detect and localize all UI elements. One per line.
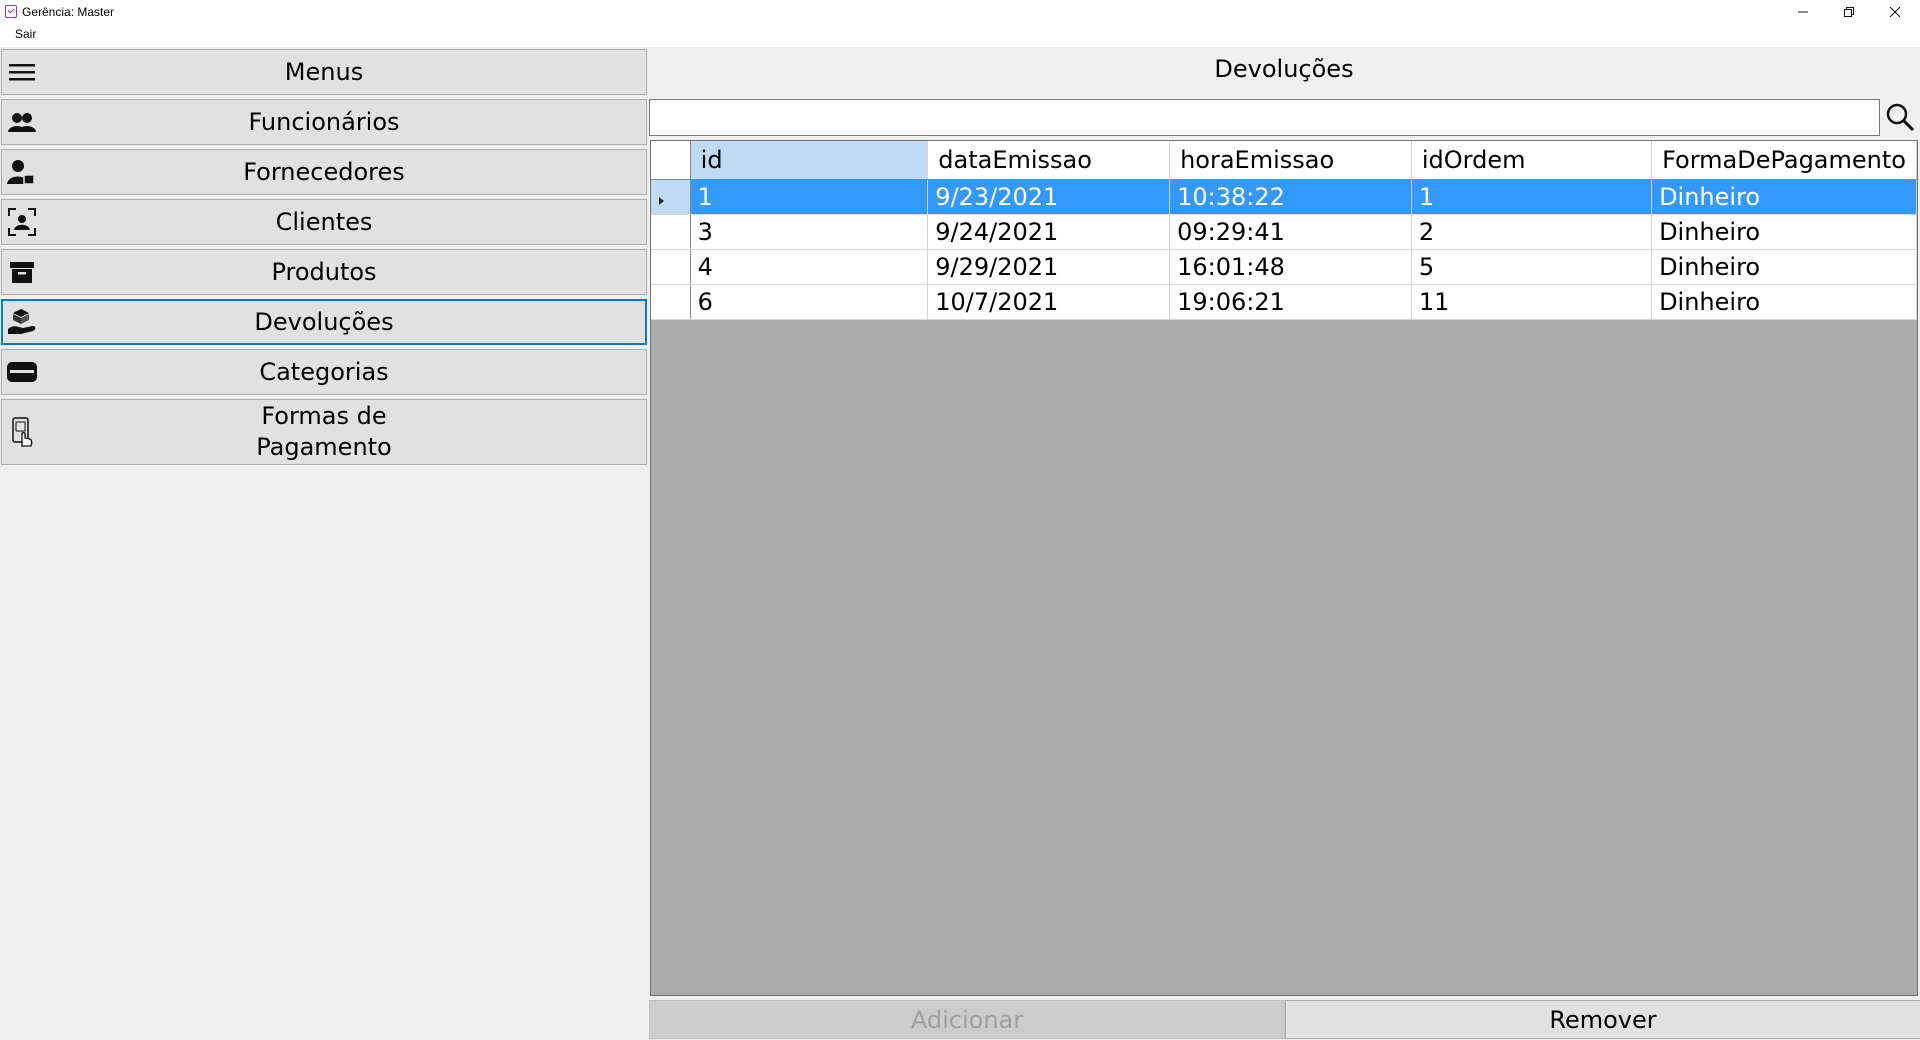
box-icon <box>6 256 38 288</box>
menus-label: Menus <box>284 57 364 86</box>
sidebar-item-label: Fornecedores <box>243 157 405 186</box>
returns-table: id dataEmissao horaEmissao idOrdem Forma… <box>651 141 1917 320</box>
close-button[interactable] <box>1872 0 1918 23</box>
cell-horaEmissao[interactable]: 16:01:48 <box>1169 249 1412 285</box>
row-header[interactable] <box>651 179 691 215</box>
table-row[interactable]: 6 10/7/2021 19:06:21 11 Dinheiro <box>651 284 1917 320</box>
menu-sair[interactable]: Sair <box>15 27 36 41</box>
sidebar-item-clientes[interactable]: Clientes <box>1 199 647 245</box>
title-bar: Gerência: Master <box>0 0 1920 23</box>
sidebar-item-label: Formas de Pagamento <box>256 402 392 461</box>
cell-dataEmissao[interactable]: 10/7/2021 <box>927 284 1171 320</box>
column-header-id[interactable]: id <box>690 141 929 180</box>
supplier-icon <box>6 156 38 188</box>
cell-id[interactable]: 3 <box>690 214 929 250</box>
cell-idOrdem[interactable]: 5 <box>1411 249 1653 285</box>
cell-horaEmissao[interactable]: 09:29:41 <box>1169 214 1412 250</box>
sidebar-item-label: Funcionários <box>248 107 400 136</box>
minimize-icon <box>1798 11 1808 12</box>
minimize-button[interactable] <box>1780 0 1826 23</box>
column-header-horaEmissao[interactable]: horaEmissao <box>1169 141 1412 180</box>
current-row-arrow-icon <box>659 196 664 205</box>
row-header[interactable] <box>651 284 691 320</box>
search-input[interactable] <box>649 99 1880 136</box>
header-row: id dataEmissao horaEmissao idOrdem Forma… <box>651 141 1917 180</box>
close-icon <box>1890 6 1900 17</box>
cell-dataEmissao[interactable]: 9/23/2021 <box>927 179 1171 215</box>
cell-id[interactable]: 4 <box>690 249 929 285</box>
cell-formaDePagamento[interactable]: Dinheiro <box>1651 284 1917 320</box>
cell-horaEmissao[interactable]: 19:06:21 <box>1169 284 1412 320</box>
page-title: Devoluções <box>1214 55 1354 83</box>
search-button[interactable] <box>1880 97 1920 137</box>
table-row[interactable]: 1 9/23/2021 10:38:22 1 Dinheiro <box>651 179 1917 215</box>
menu-strip: Sair <box>0 23 1920 47</box>
returns-hand-icon <box>7 306 39 338</box>
sidebar-item-label: Categorias <box>259 357 389 386</box>
sidebar-item-label: Clientes <box>275 207 373 236</box>
sidebar-item-fornecedores[interactable]: Fornecedores <box>1 149 647 195</box>
sidebar: Menus Funcionários Fornecedores Clientes… <box>0 47 648 1040</box>
app-icon <box>5 5 17 18</box>
remove-button[interactable]: Remover <box>1285 1000 1920 1039</box>
table-row[interactable]: 3 9/24/2021 09:29:41 2 Dinheiro <box>651 214 1917 250</box>
restore-icon <box>1844 6 1854 17</box>
sidebar-item-produtos[interactable]: Produtos <box>1 249 647 295</box>
returns-grid[interactable]: id dataEmissao horaEmissao idOrdem Forma… <box>650 140 1918 996</box>
cell-idOrdem[interactable]: 2 <box>1411 214 1653 250</box>
cell-formaDePagamento[interactable]: Dinheiro <box>1651 179 1917 215</box>
column-header-idOrdem[interactable]: idOrdem <box>1411 141 1653 180</box>
cell-dataEmissao[interactable]: 9/29/2021 <box>927 249 1171 285</box>
client-icon <box>6 206 38 238</box>
menus-toggle-button[interactable]: Menus <box>1 49 647 95</box>
row-header[interactable] <box>651 214 691 250</box>
cell-id[interactable]: 1 <box>690 179 929 215</box>
sidebar-item-categorias[interactable]: Categorias <box>1 349 647 395</box>
card-icon <box>6 356 38 388</box>
sidebar-item-funcionarios[interactable]: Funcionários <box>1 99 647 145</box>
column-header-dataEmissao[interactable]: dataEmissao <box>927 141 1171 180</box>
cell-formaDePagamento[interactable]: Dinheiro <box>1651 249 1917 285</box>
cell-horaEmissao[interactable]: 10:38:22 <box>1169 179 1412 215</box>
cell-idOrdem[interactable]: 11 <box>1411 284 1653 320</box>
cell-id[interactable]: 6 <box>690 284 929 320</box>
search-icon <box>1886 103 1915 132</box>
window-title: Gerência: Master <box>22 4 115 19</box>
column-header-formaDePagamento[interactable]: FormaDePagamento <box>1651 141 1917 180</box>
row-header[interactable] <box>651 249 691 285</box>
hamburger-icon <box>6 56 38 88</box>
sidebar-item-label: Produtos <box>271 257 377 286</box>
corner-header[interactable] <box>651 141 691 180</box>
table-row[interactable]: 4 9/29/2021 16:01:48 5 Dinheiro <box>651 249 1917 285</box>
add-button[interactable]: Adicionar <box>649 1000 1285 1039</box>
cell-idOrdem[interactable]: 1 <box>1411 179 1653 215</box>
users-icon <box>6 106 38 138</box>
sidebar-item-formas-pagamento[interactable]: Formas de Pagamento <box>1 399 647 465</box>
restore-button[interactable] <box>1826 0 1872 23</box>
sidebar-item-label: Devoluções <box>254 307 394 336</box>
cell-dataEmissao[interactable]: 9/24/2021 <box>927 214 1171 250</box>
sidebar-item-devolucoes[interactable]: Devoluções <box>1 299 647 345</box>
cell-formaDePagamento[interactable]: Dinheiro <box>1651 214 1917 250</box>
payment-touch-icon <box>6 416 38 448</box>
